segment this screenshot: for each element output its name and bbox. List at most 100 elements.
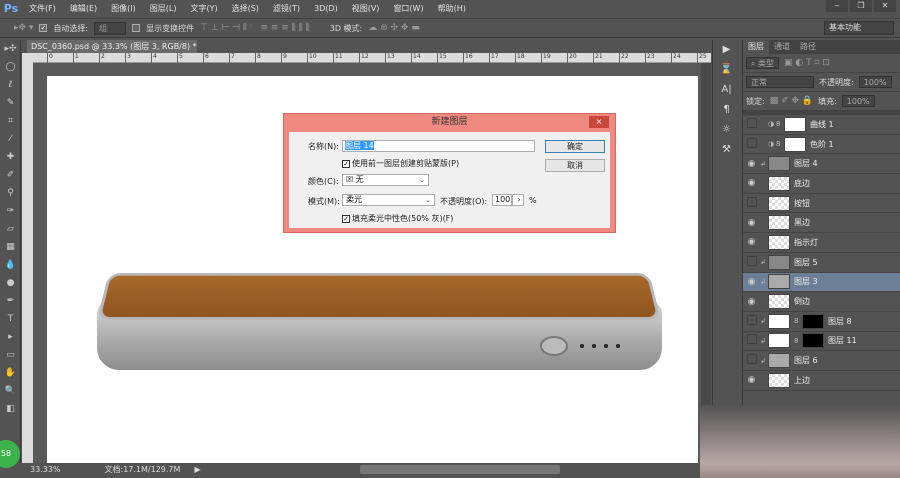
filter-type-dropdown[interactable]: ⌕ 类型 [746, 57, 780, 69]
tab-paths[interactable]: 路径 [795, 40, 821, 54]
document-tab[interactable]: DSC_0360.psd @ 33.3% (图层 3, RGB/8) * × [27, 40, 197, 64]
menu-filter[interactable]: 滤镜(T) [266, 3, 307, 14]
tab-layers[interactable]: 图层 [743, 40, 769, 54]
layer-row[interactable]: ↲ 图层 6 [743, 351, 900, 371]
layer-row[interactable]: ↲ 8 图层 11 [743, 332, 900, 352]
blend-mode-dropdown[interactable]: 正常 [746, 76, 814, 88]
visibility-eye-icon[interactable] [743, 315, 760, 328]
shape-tool-icon[interactable]: ▭ [0, 346, 21, 364]
layer-row[interactable]: ◉ 指示灯 [743, 233, 900, 253]
lock-icons[interactable]: ▩ ✐ ✥ 🔒 [770, 96, 813, 106]
hand-tool-icon[interactable]: ✋ [0, 364, 21, 382]
workspace-dropdown[interactable]: 基本功能 [824, 21, 894, 35]
menu-select[interactable]: 选择(S) [225, 3, 266, 14]
path-select-tool-icon[interactable]: ▸ [0, 328, 21, 346]
type-tool-icon[interactable]: T [0, 310, 21, 328]
gradient-tool-icon[interactable]: ▦ [0, 238, 21, 256]
layer-row[interactable]: ↲ 图层 5 [743, 253, 900, 273]
tab-channels[interactable]: 通道 [769, 40, 795, 54]
healing-tool-icon[interactable]: ✚ [0, 148, 21, 166]
color-dropdown[interactable]: ☒ 无 ⌄ [342, 174, 429, 186]
history-brush-icon[interactable]: ✑ [0, 202, 21, 220]
menu-window[interactable]: 窗口(W) [386, 3, 430, 14]
cancel-button[interactable]: 取消 [545, 159, 605, 172]
visibility-eye-icon[interactable] [743, 334, 760, 347]
menu-image[interactable]: 图像(I) [104, 3, 143, 14]
vertical-scrollbar[interactable] [701, 63, 711, 463]
visibility-eye-icon[interactable]: ◉ [743, 159, 760, 169]
menu-type[interactable]: 文字(Y) [183, 3, 224, 14]
tool-presets-icon[interactable]: ⚒ [713, 140, 740, 160]
opacity-input[interactable]: 100% [858, 76, 892, 88]
show-transform-checkbox[interactable] [132, 24, 141, 32]
menu-file[interactable]: 文件(F) [22, 3, 63, 14]
character-icon[interactable]: A| [713, 80, 740, 100]
fill-neutral-checkbox[interactable]: ✓ 填充柔光中性色(50% 灰)(F) [342, 213, 453, 224]
visibility-eye-icon[interactable]: ◉ [743, 237, 760, 247]
align-icons[interactable]: ⊤ ⊥ ⊢ ⊣ ⫴ ⫶ ≡ ≡ ≡ ⫼ ⫼ ⫼ [200, 23, 310, 33]
visibility-eye-icon[interactable] [743, 354, 760, 367]
fill-input[interactable]: 100% [841, 95, 875, 107]
paragraph-icon[interactable]: ¶ [713, 100, 740, 120]
menu-layer[interactable]: 图层(L) [143, 3, 184, 14]
visibility-eye-icon[interactable] [743, 256, 760, 269]
layer-row[interactable]: ◑ 8 色阶 1 [743, 135, 900, 155]
menu-help[interactable]: 帮助(H) [431, 3, 473, 14]
horizontal-scrollbar[interactable] [360, 465, 560, 474]
minimize-button[interactable]: ‒ [826, 0, 848, 12]
lasso-tool-icon[interactable]: ℓ [0, 76, 21, 94]
restore-button[interactable]: ❐ [850, 0, 872, 12]
visibility-eye-icon[interactable] [743, 118, 760, 131]
visibility-eye-icon[interactable] [743, 138, 760, 151]
visibility-eye-icon[interactable]: ◉ [743, 297, 760, 307]
stamp-tool-icon[interactable]: ⚲ [0, 184, 21, 202]
layer-row[interactable]: ◉ 底边 [743, 174, 900, 194]
status-menu-arrow-icon[interactable]: ▶ [194, 465, 200, 474]
ok-button[interactable]: 确定 [545, 140, 605, 153]
visibility-eye-icon[interactable]: ◉ [743, 178, 760, 188]
menu-3d[interactable]: 3D(D) [307, 4, 345, 13]
crop-tool-icon[interactable]: ⌗ [0, 112, 21, 130]
layer-row[interactable]: ◉ 倒边 [743, 292, 900, 312]
history-icon[interactable]: ⌛ [713, 60, 740, 80]
pen-tool-icon[interactable]: ✒ [0, 292, 21, 310]
quick-select-tool-icon[interactable]: ✎ [0, 94, 21, 112]
blur-tool-icon[interactable]: 💧 [0, 256, 21, 274]
auto-select-dropdown[interactable]: 组 [94, 21, 127, 35]
layer-row[interactable]: ◉ ↲ 图层 3 [743, 272, 900, 293]
play-icon[interactable]: ▶ [713, 40, 740, 60]
name-input[interactable]: 图层 14 [342, 140, 535, 152]
visibility-eye-icon[interactable]: ◉ [743, 375, 760, 385]
marquee-tool-icon[interactable]: ◯ [0, 58, 21, 76]
layer-row[interactable]: ◑ 8 曲线 1 [743, 115, 900, 135]
layer-row[interactable]: ↲ 8 图层 8 [743, 312, 900, 332]
opacity-slider-button[interactable]: › [512, 194, 524, 206]
move-tool-icon[interactable]: ▸✥ ▾ [14, 23, 33, 33]
eraser-tool-icon[interactable]: ▱ [0, 220, 21, 238]
close-button[interactable]: ✕ [874, 0, 896, 12]
menu-edit[interactable]: 编辑(E) [63, 3, 104, 14]
move-tool-icon[interactable]: ▸✣ [0, 40, 21, 58]
dodge-tool-icon[interactable]: ● [0, 274, 21, 292]
zoom-level[interactable]: 33.33% [30, 465, 61, 474]
menu-view[interactable]: 视图(V) [345, 3, 387, 14]
layer-row[interactable]: 按钮 [743, 194, 900, 214]
mode-dropdown[interactable]: 柔光 ⌄ [342, 194, 435, 206]
zoom-tool-icon[interactable]: 🔍 [0, 382, 21, 400]
visibility-eye-icon[interactable]: ◉ [743, 218, 760, 228]
eyedropper-tool-icon[interactable]: ⁄ [0, 130, 21, 148]
color-swatches-icon[interactable]: ◧ [0, 400, 21, 418]
dialog-close-button[interactable]: × [589, 116, 609, 128]
adjustments-icon[interactable]: ☼ [713, 120, 740, 140]
opacity-input[interactable]: 100 [492, 194, 512, 206]
auto-select-checkbox[interactable]: ✓ [39, 24, 48, 32]
brush-tool-icon[interactable]: ✐ [0, 166, 21, 184]
visibility-eye-icon[interactable] [743, 197, 760, 210]
filter-icons[interactable]: ▣ ◐ T ⌗ ⊡ [784, 58, 830, 68]
visibility-eye-icon[interactable]: ◉ [743, 277, 760, 287]
3d-tools-icons[interactable]: ☁ ⊛ ✣ ✥ ▬ [368, 23, 420, 33]
use-prev-clip-checkbox[interactable]: ✓ 使用前一图层创建剪贴蒙版(P) [342, 158, 459, 169]
layer-row[interactable]: ◉ 上边 [743, 371, 900, 391]
layer-row[interactable]: ◉ ↲ 图层 4 [743, 154, 900, 175]
layer-row[interactable]: ◉ 黑边 [743, 213, 900, 234]
